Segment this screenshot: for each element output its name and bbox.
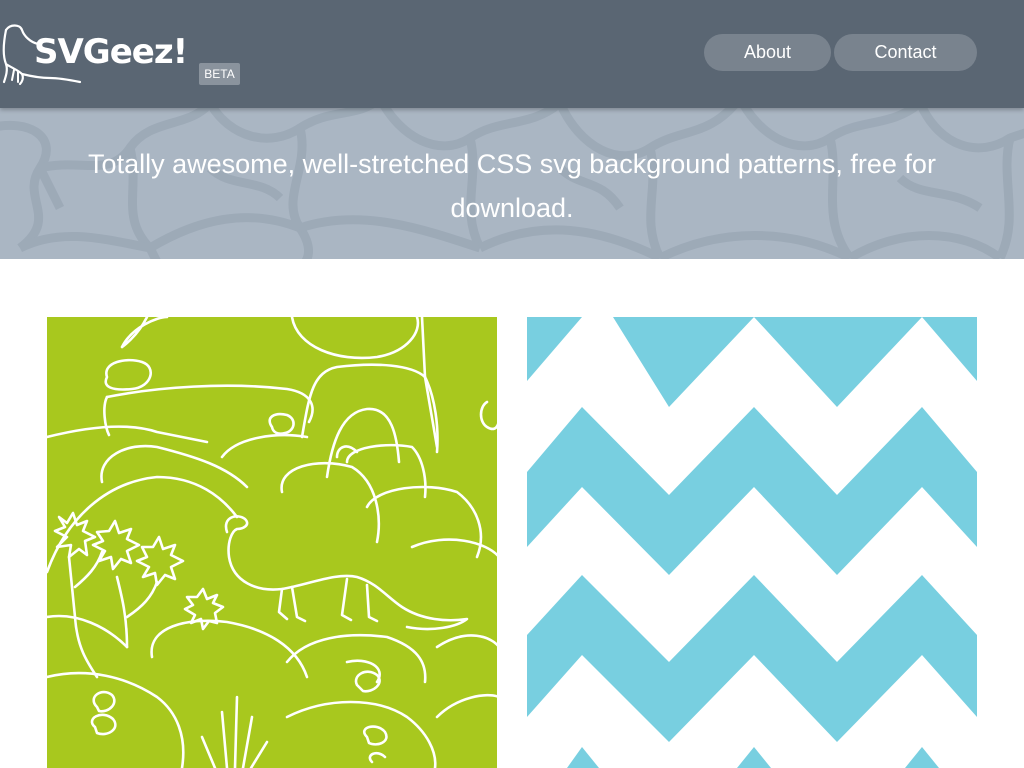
- hero-tagline: Totally awesome, well-stretched CSS svg …: [88, 149, 936, 223]
- hero-banner: Totally awesome, well-stretched CSS svg …: [0, 108, 1024, 259]
- pattern-card-dinosaur[interactable]: [47, 317, 497, 768]
- logo-text: SVGeez!: [34, 32, 188, 72]
- logo-link[interactable]: SVGeez! BETA: [0, 18, 250, 88]
- dinosaur-landscape-pattern: [47, 317, 497, 768]
- chevron-zigzag-pattern: [527, 317, 977, 768]
- site-header: SVGeez! BETA About Contact: [0, 0, 1024, 108]
- nav-about-button[interactable]: About: [704, 34, 831, 71]
- pattern-card-chevron[interactable]: [527, 317, 977, 768]
- nav-contact-button[interactable]: Contact: [834, 34, 977, 71]
- beta-badge: BETA: [199, 63, 240, 85]
